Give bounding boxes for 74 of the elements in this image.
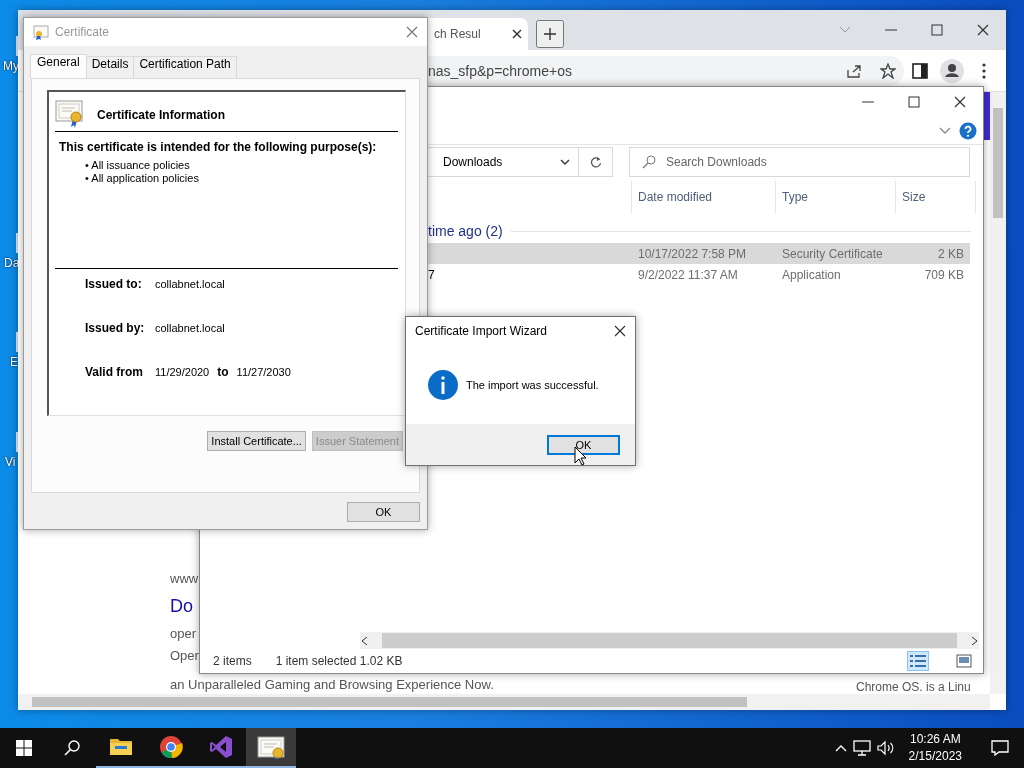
maximize-icon[interactable] [931,24,943,36]
dialog-tab[interactable]: General [30,54,87,78]
vertical-scrollbar[interactable] [990,92,1006,694]
group-header[interactable]: time ago (2) [428,223,503,239]
certificate-icon [257,735,285,759]
page-text: an Unparalleled Gaming and Browsing Experience Now. [170,677,494,692]
clock[interactable]: 10:26 AM 2/15/2023 [900,731,970,765]
close-icon[interactable] [977,24,989,36]
status-text: 1 item selected 1.02 KB [275,654,404,668]
refresh-icon[interactable] [589,156,602,168]
info-icon [428,369,458,400]
accent-bar [984,92,990,140]
page-text: www [170,571,199,586]
profile-icon[interactable] [940,58,964,83]
message-text: The import was successful. [466,378,599,391]
close-icon[interactable] [954,96,966,108]
taskbar-app[interactable] [246,728,296,768]
page-text: Chrome OS. is a Linu [856,680,971,694]
chevron-up-icon[interactable] [834,744,847,752]
ok-button[interactable]: OK [547,434,620,455]
browser-icon [159,735,183,759]
search-icon [642,155,656,169]
field-label: Issued by: [85,321,146,335]
windows-icon[interactable] [16,740,32,756]
purpose-heading: This certificate is intended for the following purpose(s): [59,140,378,154]
ok-button[interactable]: OK [347,502,420,522]
horizontal-scrollbar[interactable] [18,694,990,710]
page-text: oper [170,626,197,641]
field-label: Issued to: [85,277,143,291]
column-header[interactable]: Size [896,181,976,213]
studio-icon [209,735,233,759]
field-value: collabnet.local [155,278,225,290]
network-icon[interactable] [852,740,871,756]
desktop-icon-label[interactable]: Da [4,256,20,270]
plus-icon [544,27,556,41]
menu-icon[interactable] [982,62,986,79]
dialog-button[interactable]: Install Certificate... [207,431,306,451]
field-label: to [217,365,229,379]
search-input[interactable]: Search Downloads [666,148,969,176]
certificate-icon [33,24,49,40]
search-icon[interactable] [64,740,80,756]
desktop-icon-label[interactable]: My [3,59,19,73]
chevron-down-icon[interactable] [560,159,570,165]
window-title: Certificate Import Wizard [415,324,549,338]
result-link[interactable]: Do [170,596,193,617]
help-icon[interactable] [959,121,977,140]
volume-icon[interactable] [876,740,895,756]
search-field[interactable]: Search Downloads [629,147,970,177]
purpose-item: • All issuance policies [85,159,191,172]
new-tab-button[interactable] [536,20,564,48]
status-text: 2 items [213,654,252,668]
purpose-item: • All application policies [85,172,200,185]
column-header[interactable]: Type [776,181,896,213]
window-title: Certificate [55,25,111,39]
page-text: Oper [170,648,199,663]
field-value: 11/29/2020 [155,366,210,378]
field-value: collabnet.local [155,322,225,334]
maximize-icon[interactable] [908,96,920,108]
section-heading: Certificate Information [97,107,225,122]
column-header[interactable]: Date modified [632,181,776,213]
field-value: 11/27/2030 [236,366,291,378]
thumbnail-view-icon[interactable] [956,654,972,668]
desktop-icon-label[interactable]: Vi [5,455,16,469]
close-icon[interactable] [512,29,522,39]
side-panel-icon[interactable] [912,62,928,79]
notification-icon[interactable] [991,740,1009,756]
close-icon[interactable] [614,325,626,337]
field-label: Valid from [85,365,144,379]
dialog-tab[interactable]: Certification Path [133,56,237,78]
star-icon[interactable] [880,62,896,79]
share-icon[interactable] [846,62,862,79]
details-view-icon[interactable] [910,654,926,668]
horizontal-scrollbar[interactable] [360,632,979,649]
desktop-icon-label[interactable]: E [10,355,18,369]
